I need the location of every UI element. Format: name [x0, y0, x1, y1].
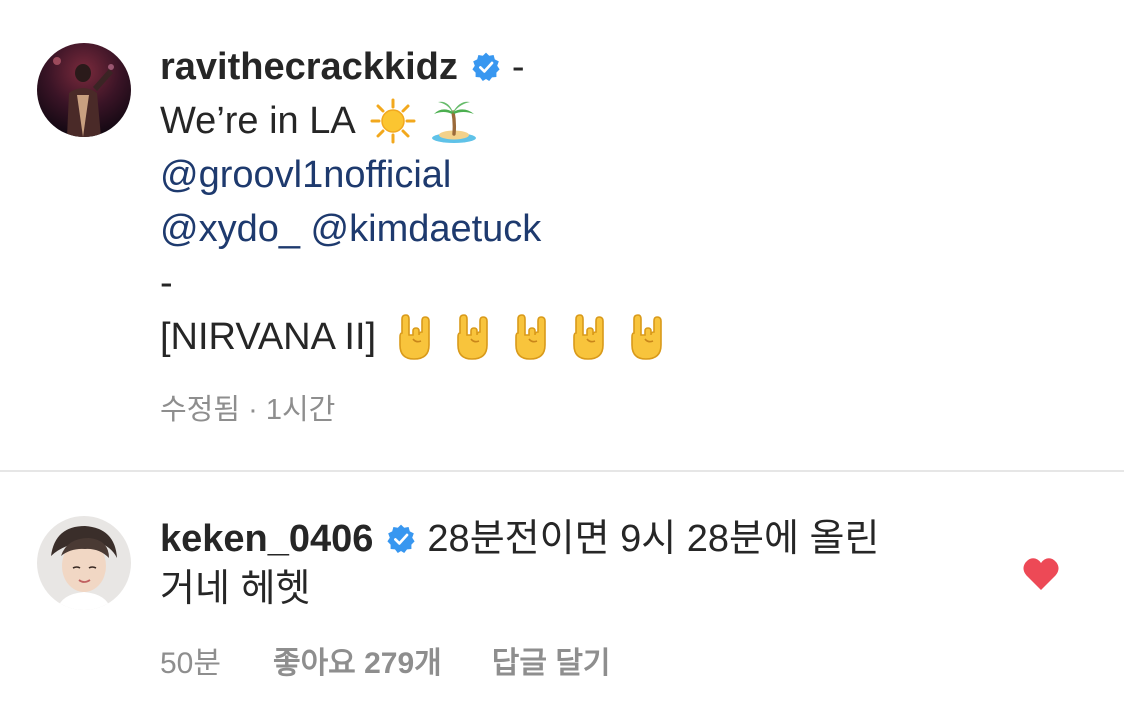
sign-of-horns-emoji-icon [510, 313, 550, 361]
sign-of-horns-emoji-icon [568, 313, 608, 361]
post-author-username[interactable]: ravithecrackkidz [160, 40, 458, 94]
comment-body: keken_0406 28분전이면 9시 28분에 올린 거네 헤헷 [160, 514, 990, 614]
caption-mention-line-1: @groovl1nofficial [160, 148, 1060, 202]
post-author-avatar[interactable] [37, 43, 131, 137]
like-heart-icon[interactable] [1022, 556, 1060, 592]
comment-text-line-1: 28분전이면 9시 28분에 올린 [427, 518, 880, 560]
mention-xydo[interactable]: @xydo_ [160, 202, 300, 256]
caption-dash: - [511, 46, 525, 88]
comment-author-avatar[interactable] [37, 516, 131, 610]
caption-header-line: ravithecrackkidz - [160, 40, 1060, 94]
caption-location-line: We’re in LA [160, 94, 1060, 148]
edited-label: 수정됨 [160, 394, 241, 426]
caption-dash-2: - [160, 262, 173, 304]
reply-button[interactable]: 답글 달기 [492, 638, 611, 682]
comment-author-username[interactable]: keken_0406 [160, 514, 373, 564]
caption-dash-line: - [160, 256, 1060, 310]
sun-emoji-icon [370, 98, 416, 144]
meta-separator: · [240, 394, 266, 426]
comment-actions: 50분 좋아요 279개 답글 달기 [160, 638, 611, 682]
caption-mention-line-2: @xydo_ @kimdaetuck [160, 202, 1060, 256]
caption-location-text: We’re in LA [160, 100, 356, 142]
sign-of-horns-emoji-icon [452, 313, 492, 361]
caption-tag-text: [NIRVANA II] [160, 316, 377, 358]
sign-of-horns-emoji-icon [394, 313, 434, 361]
post-caption: ravithecrackkidz - We’re in LA @groovl1n… [160, 40, 1060, 364]
comment-time[interactable]: 50분 [160, 638, 221, 682]
comment-like-count[interactable]: 좋아요 279개 [273, 638, 442, 682]
mention-kimdaetuck[interactable]: @kimdaetuck [311, 202, 542, 256]
mention-groovl1nofficial[interactable]: @groovl1nofficial [160, 148, 451, 202]
comment-line-2: 거네 헤헷 [160, 564, 990, 614]
verified-badge-icon [385, 523, 417, 555]
divider [0, 470, 1124, 472]
sign-of-horns-emoji-icon [626, 313, 666, 361]
verified-badge-icon [470, 51, 502, 83]
palm-island-emoji-icon [430, 98, 478, 144]
comment-line-1: keken_0406 28분전이면 9시 28분에 올린 [160, 514, 990, 564]
post-meta: 수정됨 · 1시간 [160, 386, 335, 428]
comment-text-line-2: 거네 헤헷 [160, 568, 311, 610]
post-time[interactable]: 1시간 [266, 394, 336, 426]
caption-tag-line: [NIRVANA II] [160, 310, 1060, 364]
